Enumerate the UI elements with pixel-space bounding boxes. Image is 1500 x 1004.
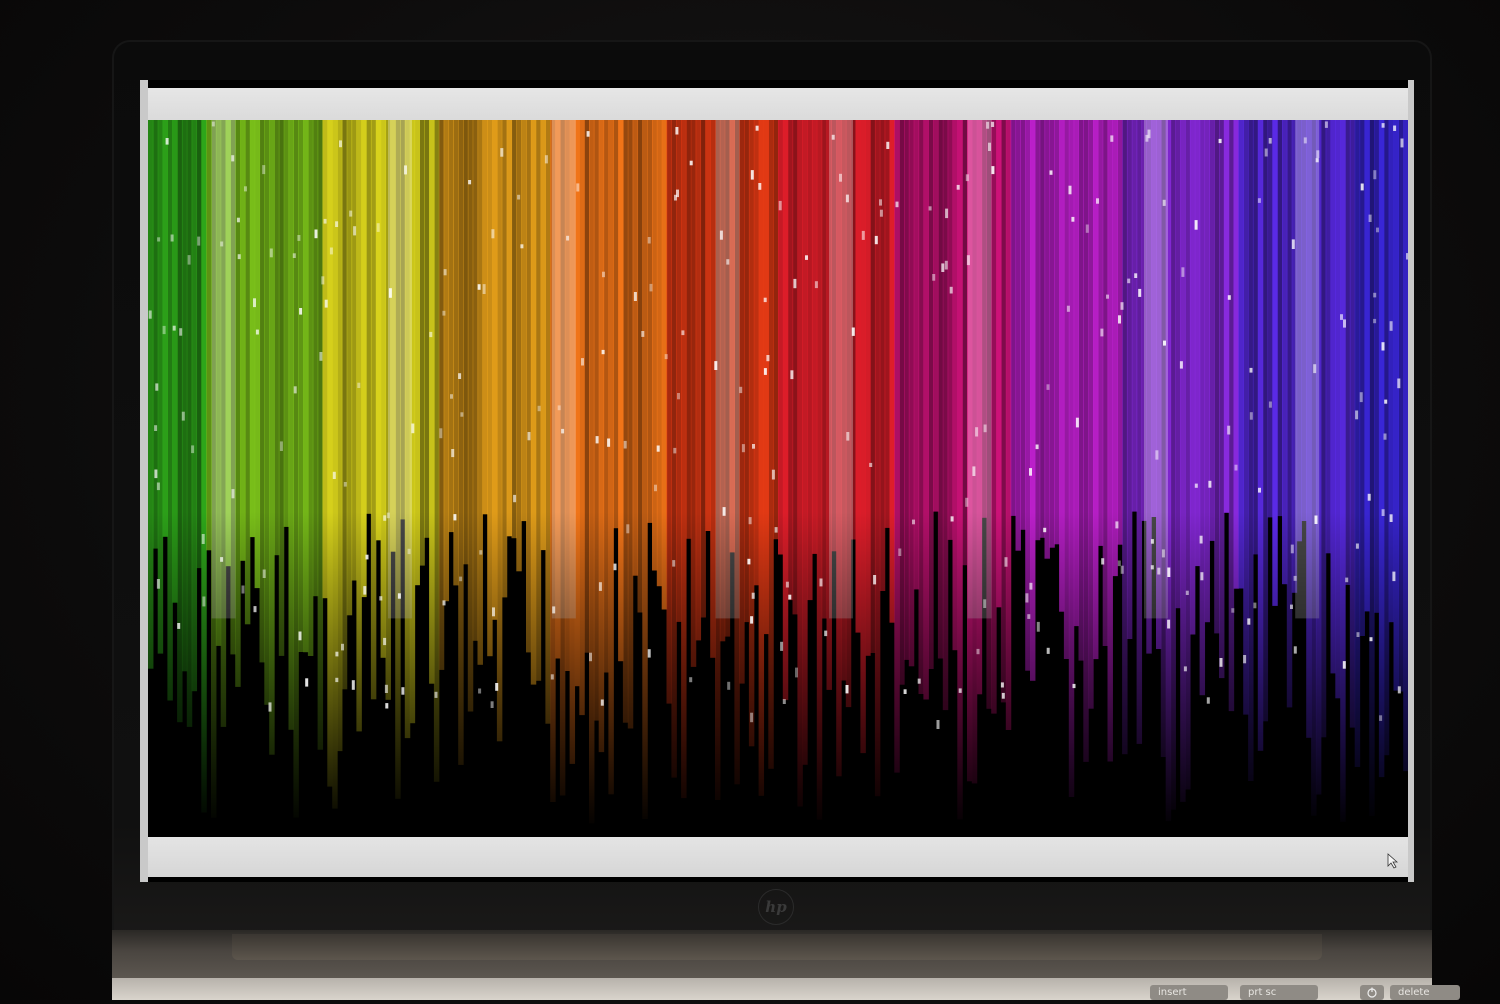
key-insert[interactable]: insert (1150, 985, 1228, 1000)
key-delete[interactable]: delete (1390, 985, 1460, 1000)
power-button[interactable] (1360, 985, 1384, 1000)
hinge-gap (232, 934, 1322, 960)
laptop-screen (140, 80, 1414, 882)
hp-logo: hp (758, 889, 794, 925)
key-prt-sc[interactable]: prt sc (1240, 985, 1318, 1000)
keyboard-top-row (112, 978, 1432, 1000)
screen-bezel-edge (140, 80, 1414, 882)
power-icon (1367, 987, 1377, 998)
